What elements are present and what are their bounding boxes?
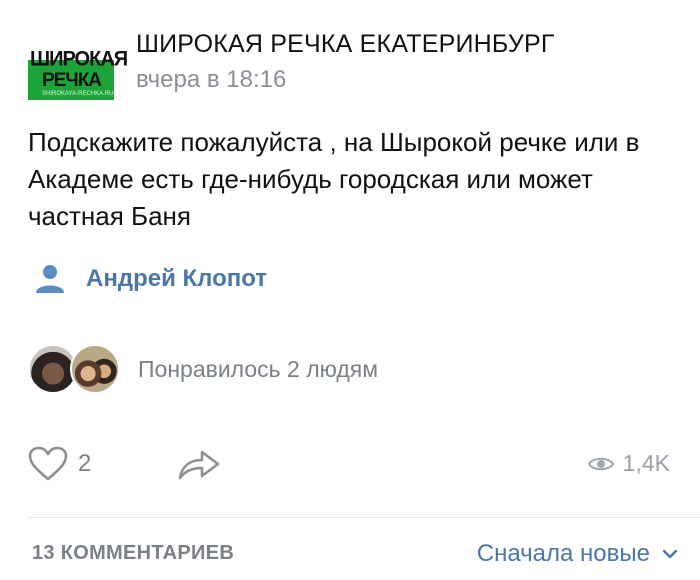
logo-line1: ШИРОКАЯ [30,47,128,71]
likes-text[interactable]: Понравилось 2 людям [138,356,378,383]
chevron-down-icon [662,549,678,559]
sort-dropdown[interactable]: Сначала новые [477,540,678,568]
logo-line3: SHIROKAYA-RECHKA.RU [42,91,114,97]
author-name[interactable]: Андрей Клопот [86,265,267,293]
views-count: 1,4K [622,450,670,476]
logo-line2: РЕЧКА [42,70,102,91]
group-logo[interactable]: ШИРОКАЯ РЕЧКА SHIROKAYA-RECHKA.RU [28,38,128,100]
post-actions: 2 1,4K [28,446,678,490]
avatar[interactable] [70,344,120,394]
sort-label[interactable]: Сначала новые [477,540,650,568]
heart-icon [28,446,68,481]
divider [28,517,700,518]
person-icon [36,265,64,293]
post-author[interactable]: Андрей Клопот [34,262,267,296]
comments-bar: 13 КОММЕНТАРИЕВ Сначала новые [28,540,678,574]
comments-count: 13 КОММЕНТАРИЕВ [32,542,235,564]
likes-summary[interactable]: Понравилось 2 людям [28,342,378,396]
post-text: Подскажите пожалуйста , на Шырокой речке… [28,127,640,231]
share-button[interactable] [176,446,222,487]
post-header: ШИРОКАЯ РЕЧКА SHIROKAYA-RECHKA.RU ШИРОКА… [28,26,678,100]
post-timestamp[interactable]: вчера в 18:16 [136,66,286,94]
share-arrow-icon [178,450,220,480]
views-counter: 1,4K [587,450,670,477]
eye-icon [587,457,614,470]
like-button[interactable]: 2 [28,446,91,482]
group-name[interactable]: ШИРОКАЯ РЕЧКА ЕКАТЕРИНБУРГ [136,30,555,59]
like-count: 2 [78,450,92,477]
